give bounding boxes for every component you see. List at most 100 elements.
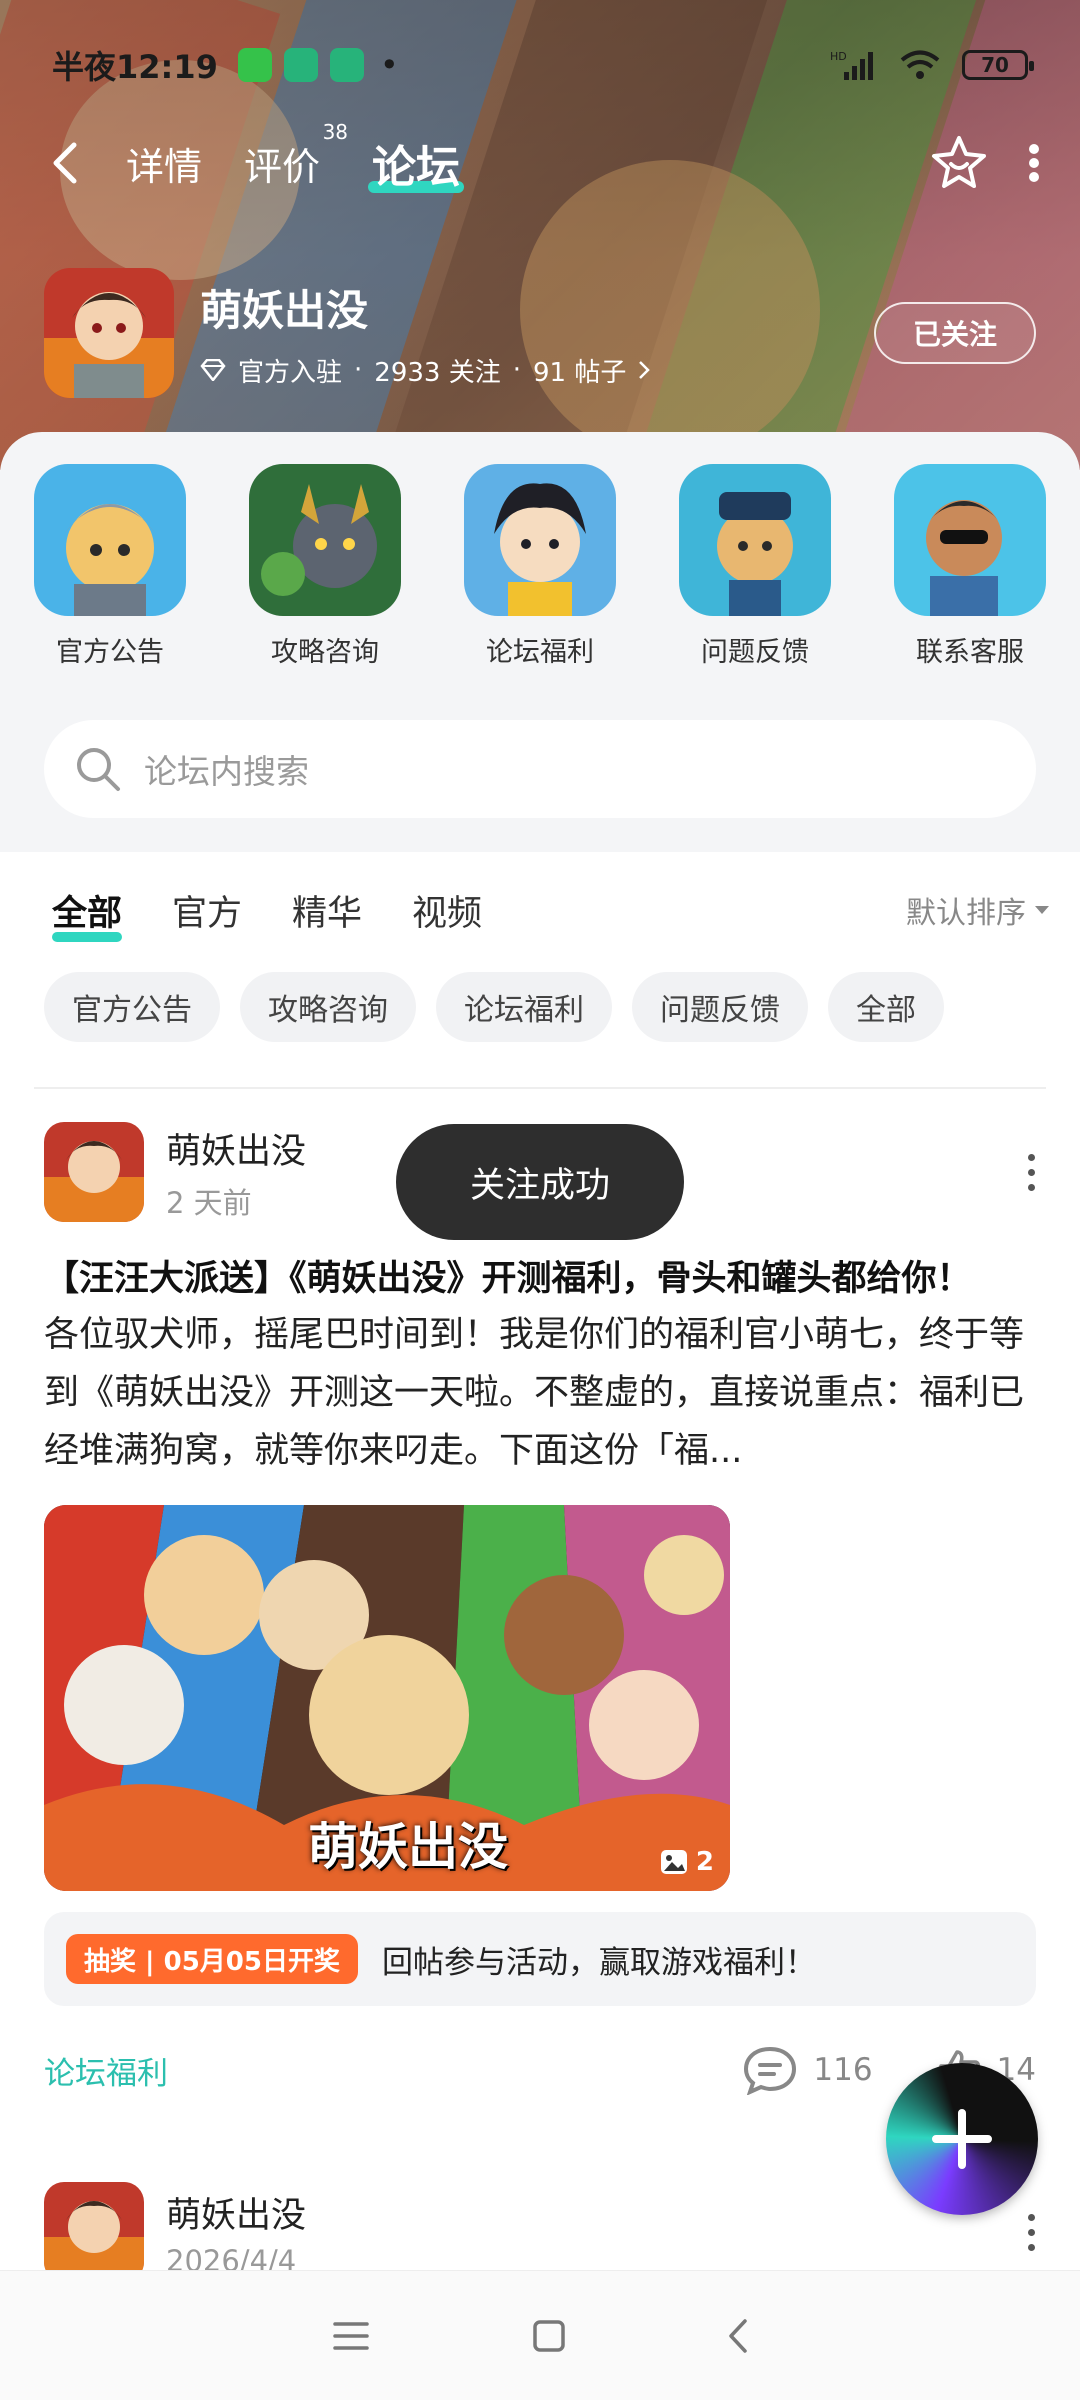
tab-details[interactable]: 详情 [126, 136, 202, 191]
chevron-left-icon [53, 142, 77, 184]
more-vertical-icon[interactable] [1028, 143, 1040, 183]
avatar[interactable] [44, 2182, 144, 2282]
chip-all[interactable]: 全部 [828, 972, 944, 1042]
shortcut-label: 论坛福利 [486, 637, 594, 668]
top-nav: 详情 评价 38 论坛 [52, 120, 1040, 198]
shortcut-official-notice[interactable]: 官方公告 [34, 464, 186, 669]
shortcut-row: 官方公告 攻略咨询 论坛福利 问题反馈 联系客服 [0, 432, 1080, 669]
posts-count: 91 帖子 [532, 357, 627, 388]
avatar[interactable] [44, 1122, 144, 1222]
comment-button[interactable]: 116 [743, 2045, 873, 2095]
shortcut-thumb [464, 464, 616, 616]
network-label: HD [830, 50, 847, 63]
wechat-icon [237, 48, 272, 82]
post-body[interactable]: 各位驭犬师，摇尾巴时间到！我是你们的福利官小萌七，终于等到《萌妖出没》开测这一天… [44, 1306, 1040, 1480]
shortcut-welfare[interactable]: 论坛福利 [464, 464, 616, 669]
tab-reviews-label: 评价 [244, 144, 321, 189]
board-chips: 官方公告 攻略咨询 论坛福利 问题反馈 全部 [44, 972, 1050, 1042]
lottery-banner[interactable]: 抽奖 | 05月05日开奖 回帖参与活动，赢取游戏福利！ [44, 1912, 1036, 2006]
status-bar: 半夜12:19 • HD 70 [52, 40, 1034, 90]
shortcut-thumb [34, 464, 186, 616]
wifi-icon [900, 50, 940, 79]
separator-dot: · [512, 355, 521, 385]
lottery-text: 回帖参与活动，赢取游戏福利！ [381, 1944, 816, 1981]
shortcut-label: 攻略咨询 [271, 637, 379, 668]
review-count-badge: 38 [322, 119, 349, 144]
post-title[interactable]: 【汪汪大派送】《萌妖出没》开测福利，骨头和罐头都给你！ [44, 1250, 1046, 1301]
sort-dropdown[interactable]: 默认排序 [906, 888, 1050, 932]
image-count: 2 [695, 1847, 714, 1877]
filter-tab-official[interactable]: 官方 [172, 885, 242, 936]
search-placeholder: 论坛内搜索 [144, 752, 309, 791]
comment-count: 116 [813, 2052, 873, 2088]
game-header: 萌妖出没 官方入驻 · 2933 关注 · 91 帖子 已关注 [44, 265, 1036, 400]
chip-guide[interactable]: 攻略咨询 [240, 972, 416, 1042]
battery-indicator: 70 [962, 50, 1034, 80]
filter-tab-all[interactable]: 全部 [52, 885, 123, 942]
signal-icon: HD [830, 50, 873, 80]
chip-feedback[interactable]: 问题反馈 [632, 972, 808, 1042]
image-icon [660, 1850, 687, 1874]
dot-icon [1027, 2213, 1035, 2221]
image-logo-text: 萌妖出没 [308, 1818, 508, 1876]
tab-reviews[interactable]: 评价 38 [244, 120, 348, 191]
official-label: 官方入驻 [238, 357, 343, 388]
system-nav-bar [0, 2270, 1080, 2400]
shortcut-feedback[interactable]: 问题反馈 [679, 464, 831, 669]
home-icon[interactable] [532, 2319, 566, 2353]
comment-icon [744, 2046, 797, 2095]
shortcut-label: 官方公告 [56, 637, 164, 668]
game-name: 萌妖出没 [200, 285, 369, 335]
game-icon[interactable] [44, 267, 174, 398]
sort-label: 默认排序 [906, 896, 1026, 931]
shortcut-label: 联系客服 [916, 637, 1024, 668]
game-meta[interactable]: 官方入驻 · 2933 关注 · 91 帖子 [200, 352, 651, 389]
caret-down-icon [1035, 906, 1049, 914]
shortcut-thumb [679, 464, 831, 616]
shortcut-label: 问题反馈 [701, 637, 809, 668]
dot-icon [1027, 2228, 1035, 2236]
tab-forum[interactable]: 论坛 [368, 131, 465, 195]
post-more-button[interactable] [1026, 1153, 1036, 1191]
shortcut-guide[interactable]: 攻略咨询 [249, 464, 401, 669]
plus-icon [932, 2109, 992, 2169]
filter-tabs: 全部 官方 精华 视频 默认排序 [52, 880, 1050, 942]
shortcut-customer-service[interactable]: 联系客服 [894, 464, 1046, 669]
chip-welfare[interactable]: 论坛福利 [436, 972, 612, 1042]
filter-tab-video[interactable]: 视频 [412, 885, 482, 936]
divider [34, 1087, 1046, 1089]
chevron-right-icon [639, 361, 651, 379]
dot-icon [1027, 1168, 1035, 1176]
post-header: 萌妖出没 2026/4/4 [44, 2182, 1036, 2282]
status-time: 半夜12:19 [52, 48, 218, 86]
image-count-badge: 2 [660, 1847, 714, 1877]
dot-icon [1027, 1183, 1035, 1191]
back-button[interactable] [52, 133, 92, 193]
lottery-tag: 抽奖 | 05月05日开奖 [66, 1934, 358, 1984]
back-icon[interactable] [727, 2318, 749, 2354]
separator-dot: · [354, 355, 363, 385]
create-post-button[interactable] [886, 2063, 1038, 2215]
chip-official-notice[interactable]: 官方公告 [44, 972, 220, 1042]
post-time: 2 天前 [166, 1185, 252, 1220]
menu-icon[interactable] [331, 2320, 371, 2352]
post-board-link[interactable]: 论坛福利 [44, 2048, 168, 2093]
post-author[interactable]: 萌妖出没 [166, 2187, 306, 2238]
forum-panel: 官方公告 攻略咨询 论坛福利 问题反馈 联系客服 论坛内搜索 [0, 432, 1080, 852]
dot-icon [1027, 2243, 1035, 2251]
favorite-star-icon[interactable] [930, 134, 988, 192]
shield-icon [329, 48, 364, 82]
shortcut-thumb [249, 464, 401, 616]
dot-icon [1027, 1153, 1035, 1161]
filter-tab-featured[interactable]: 精华 [292, 885, 362, 936]
post-author[interactable]: 萌妖出没 [166, 1123, 306, 1174]
follow-button[interactable]: 已关注 [874, 301, 1036, 364]
post-more-button[interactable] [1026, 2213, 1036, 2251]
battery-level: 70 [981, 53, 1009, 77]
shortcut-thumb [894, 464, 1046, 616]
diamond-icon [200, 359, 226, 381]
post-image[interactable]: 萌妖出没 2 [44, 1505, 730, 1891]
forum-search[interactable]: 论坛内搜索 [44, 720, 1036, 818]
post-footer: 论坛福利 116 14 [44, 2040, 1036, 2100]
search-icon [77, 748, 120, 791]
